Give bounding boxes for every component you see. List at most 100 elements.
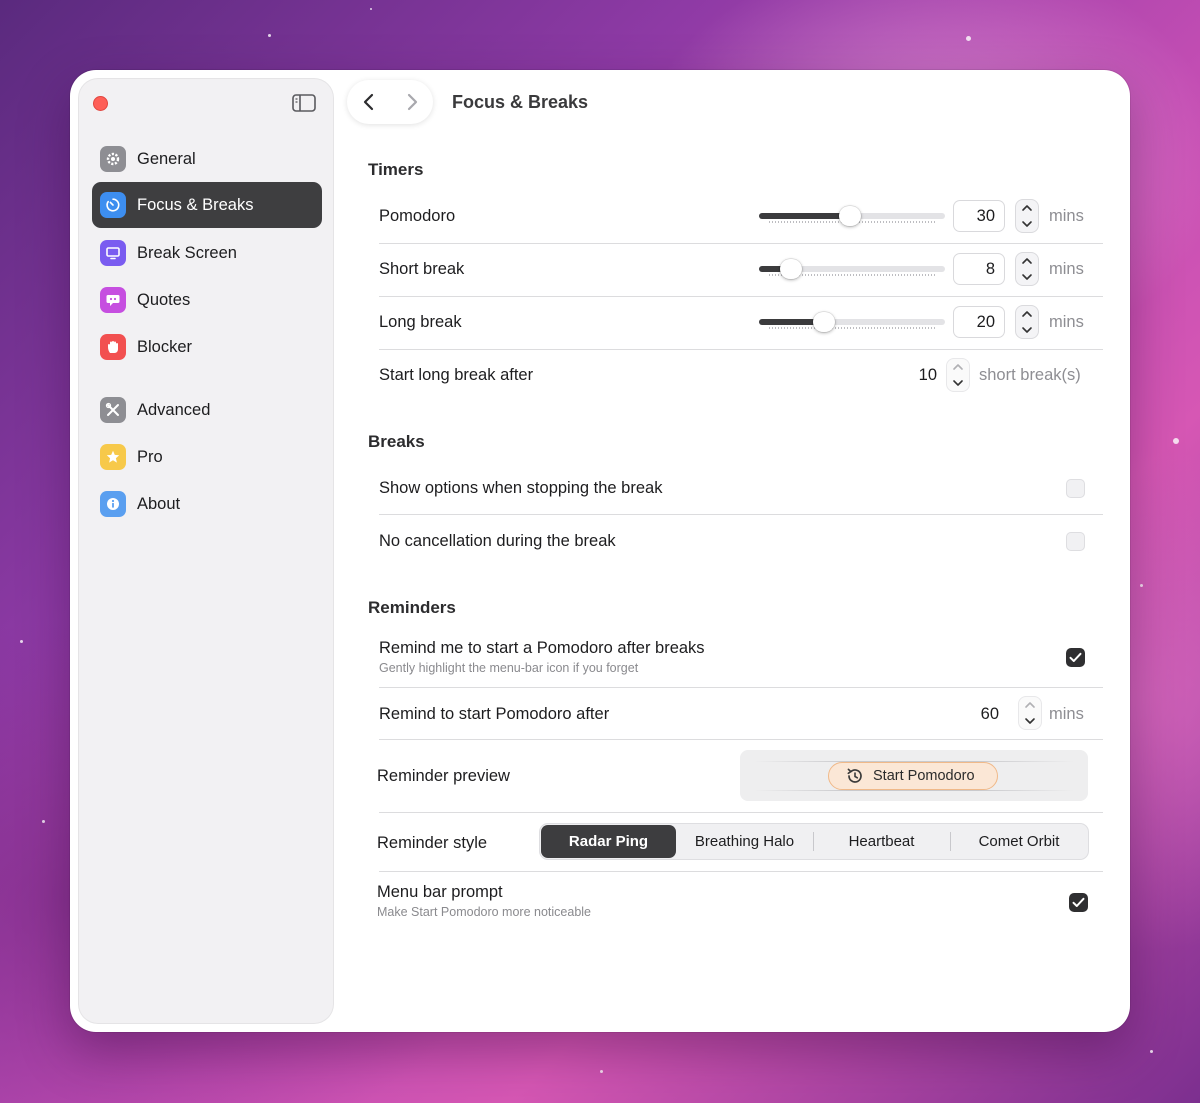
long-break-after-stepper[interactable] bbox=[947, 359, 969, 391]
chevron-up-icon[interactable] bbox=[1016, 306, 1038, 322]
sidebar-item-pro[interactable]: Pro bbox=[92, 434, 322, 480]
remind-after-value[interactable]: 60 bbox=[959, 705, 999, 724]
sidebar-item-quotes[interactable]: Quotes bbox=[92, 277, 322, 323]
gear-icon bbox=[100, 146, 126, 172]
restart-timer-icon bbox=[847, 768, 862, 783]
background-star bbox=[600, 1070, 603, 1073]
chevron-right-icon bbox=[407, 93, 417, 111]
row-sublabel: Make Start Pomodoro more noticeable bbox=[377, 905, 591, 919]
long-break-after-row: Start long break after 10 short break(s) bbox=[379, 350, 1103, 403]
chevron-up-icon[interactable] bbox=[1016, 253, 1038, 269]
sidebar-item-label: Advanced bbox=[137, 400, 211, 419]
pomodoro-row: Pomodoro 30 mins bbox=[379, 191, 1103, 244]
chevron-down-icon[interactable] bbox=[1016, 216, 1038, 232]
sidebar-item-focus-breaks[interactable]: Focus & Breaks bbox=[92, 182, 322, 228]
remind-start-row: Remind me to start a Pomodoro after brea… bbox=[379, 628, 1103, 688]
row-label: Short break bbox=[379, 260, 465, 278]
sidebar: General Focus & Breaks Break Screen Quot… bbox=[78, 78, 334, 1024]
row-label: Remind me to start a Pomodoro after brea… bbox=[379, 639, 705, 657]
segment-radar-ping[interactable]: Radar Ping bbox=[541, 825, 676, 858]
sidebar-item-about[interactable]: About bbox=[92, 481, 322, 527]
unit-label: mins bbox=[1049, 313, 1084, 331]
chevron-up-icon[interactable] bbox=[947, 359, 969, 375]
reminder-preview-box: Start Pomodoro bbox=[740, 750, 1088, 801]
page-title: Focus & Breaks bbox=[452, 92, 589, 112]
tools-icon bbox=[100, 397, 126, 423]
unit-label: short break(s) bbox=[979, 366, 1081, 384]
segment-breathing-halo[interactable]: Breathing Halo bbox=[677, 824, 812, 859]
slider-knob[interactable] bbox=[813, 312, 835, 332]
remind-start-checkbox[interactable] bbox=[1066, 648, 1085, 667]
pomodoro-stepper[interactable] bbox=[1016, 200, 1038, 232]
pomodoro-value-field[interactable]: 30 bbox=[954, 201, 1004, 231]
background-star bbox=[268, 34, 271, 37]
remind-after-row: Remind to start Pomodoro after 60 mins bbox=[379, 688, 1103, 740]
unit-label: mins bbox=[1049, 260, 1084, 278]
long-break-value-field[interactable]: 20 bbox=[954, 307, 1004, 337]
sidebar-item-general[interactable]: General bbox=[92, 136, 322, 182]
chevron-down-icon[interactable] bbox=[1016, 269, 1038, 285]
sidebar-item-label: Break Screen bbox=[137, 243, 237, 262]
star-icon bbox=[100, 444, 126, 470]
row-label: Pomodoro bbox=[379, 207, 456, 225]
sidebar-item-label: Focus & Breaks bbox=[137, 195, 254, 214]
background-star bbox=[966, 36, 971, 41]
sidebar-item-advanced[interactable]: Advanced bbox=[92, 387, 322, 433]
sidebar-item-blocker[interactable]: Blocker bbox=[92, 324, 322, 370]
short-break-value-field[interactable]: 8 bbox=[954, 254, 1004, 284]
sidebar-item-label: About bbox=[137, 494, 181, 513]
chevron-up-icon[interactable] bbox=[1016, 200, 1038, 216]
long-break-stepper[interactable] bbox=[1016, 306, 1038, 338]
start-pomodoro-label: Start Pomodoro bbox=[873, 768, 975, 784]
start-pomodoro-button[interactable]: Start Pomodoro bbox=[828, 762, 998, 790]
section-title-timers: Timers bbox=[368, 160, 424, 179]
background-star bbox=[370, 8, 372, 10]
sidebar-item-break-screen[interactable]: Break Screen bbox=[92, 230, 322, 276]
checkmark-icon bbox=[1069, 652, 1082, 662]
reminder-style-segmented-control: Radar Ping Breathing Halo Heartbeat Come… bbox=[540, 824, 1088, 859]
row-label: Reminder preview bbox=[377, 767, 510, 785]
row-label: Menu bar prompt bbox=[377, 883, 503, 901]
menu-bar-prompt-row: Menu bar prompt Make Start Pomodoro more… bbox=[377, 872, 1103, 934]
show-options-checkbox[interactable] bbox=[1066, 479, 1085, 498]
chevron-left-icon bbox=[363, 93, 373, 111]
row-label: No cancellation during the break bbox=[379, 532, 616, 550]
short-break-row: Short break 8 mins bbox=[379, 244, 1103, 297]
sidebar-item-label: General bbox=[137, 149, 196, 168]
slider-knob[interactable] bbox=[839, 206, 861, 226]
short-break-slider[interactable] bbox=[759, 259, 945, 279]
back-button[interactable] bbox=[347, 80, 390, 124]
chevron-up-icon[interactable] bbox=[1019, 697, 1041, 713]
show-options-row: Show options when stopping the break bbox=[379, 462, 1103, 515]
slider-knob[interactable] bbox=[780, 259, 802, 279]
sidebar-toggle-icon[interactable] bbox=[292, 93, 316, 113]
info-icon bbox=[100, 491, 126, 517]
background-star bbox=[1173, 438, 1179, 444]
background-star bbox=[1140, 584, 1143, 587]
chevron-down-icon[interactable] bbox=[947, 375, 969, 391]
pomodoro-slider[interactable] bbox=[759, 206, 945, 226]
checkmark-icon bbox=[1072, 897, 1085, 907]
row-label: Show options when stopping the break bbox=[379, 479, 663, 497]
row-label: Remind to start Pomodoro after bbox=[379, 705, 610, 723]
long-break-row: Long break 20 mins bbox=[379, 297, 1103, 350]
row-label: Start long break after bbox=[379, 366, 534, 384]
background-star bbox=[1150, 1050, 1153, 1053]
quote-bubble-icon bbox=[100, 287, 126, 313]
long-break-slider[interactable] bbox=[759, 312, 945, 332]
unit-label: mins bbox=[1049, 705, 1084, 723]
chevron-down-icon[interactable] bbox=[1019, 713, 1041, 729]
menu-bar-prompt-checkbox[interactable] bbox=[1069, 893, 1088, 912]
navigation-buttons bbox=[347, 80, 433, 124]
no-cancellation-checkbox[interactable] bbox=[1066, 532, 1085, 551]
timer-icon bbox=[100, 192, 126, 218]
long-break-after-value[interactable]: 10 bbox=[899, 366, 937, 385]
chevron-down-icon[interactable] bbox=[1016, 322, 1038, 338]
remind-after-stepper[interactable] bbox=[1019, 697, 1041, 729]
short-break-stepper[interactable] bbox=[1016, 253, 1038, 285]
segment-heartbeat[interactable]: Heartbeat bbox=[814, 824, 949, 859]
close-window-button[interactable] bbox=[93, 96, 108, 111]
forward-button[interactable] bbox=[390, 80, 433, 124]
row-label: Long break bbox=[379, 313, 462, 331]
segment-comet-orbit[interactable]: Comet Orbit bbox=[951, 824, 1087, 859]
